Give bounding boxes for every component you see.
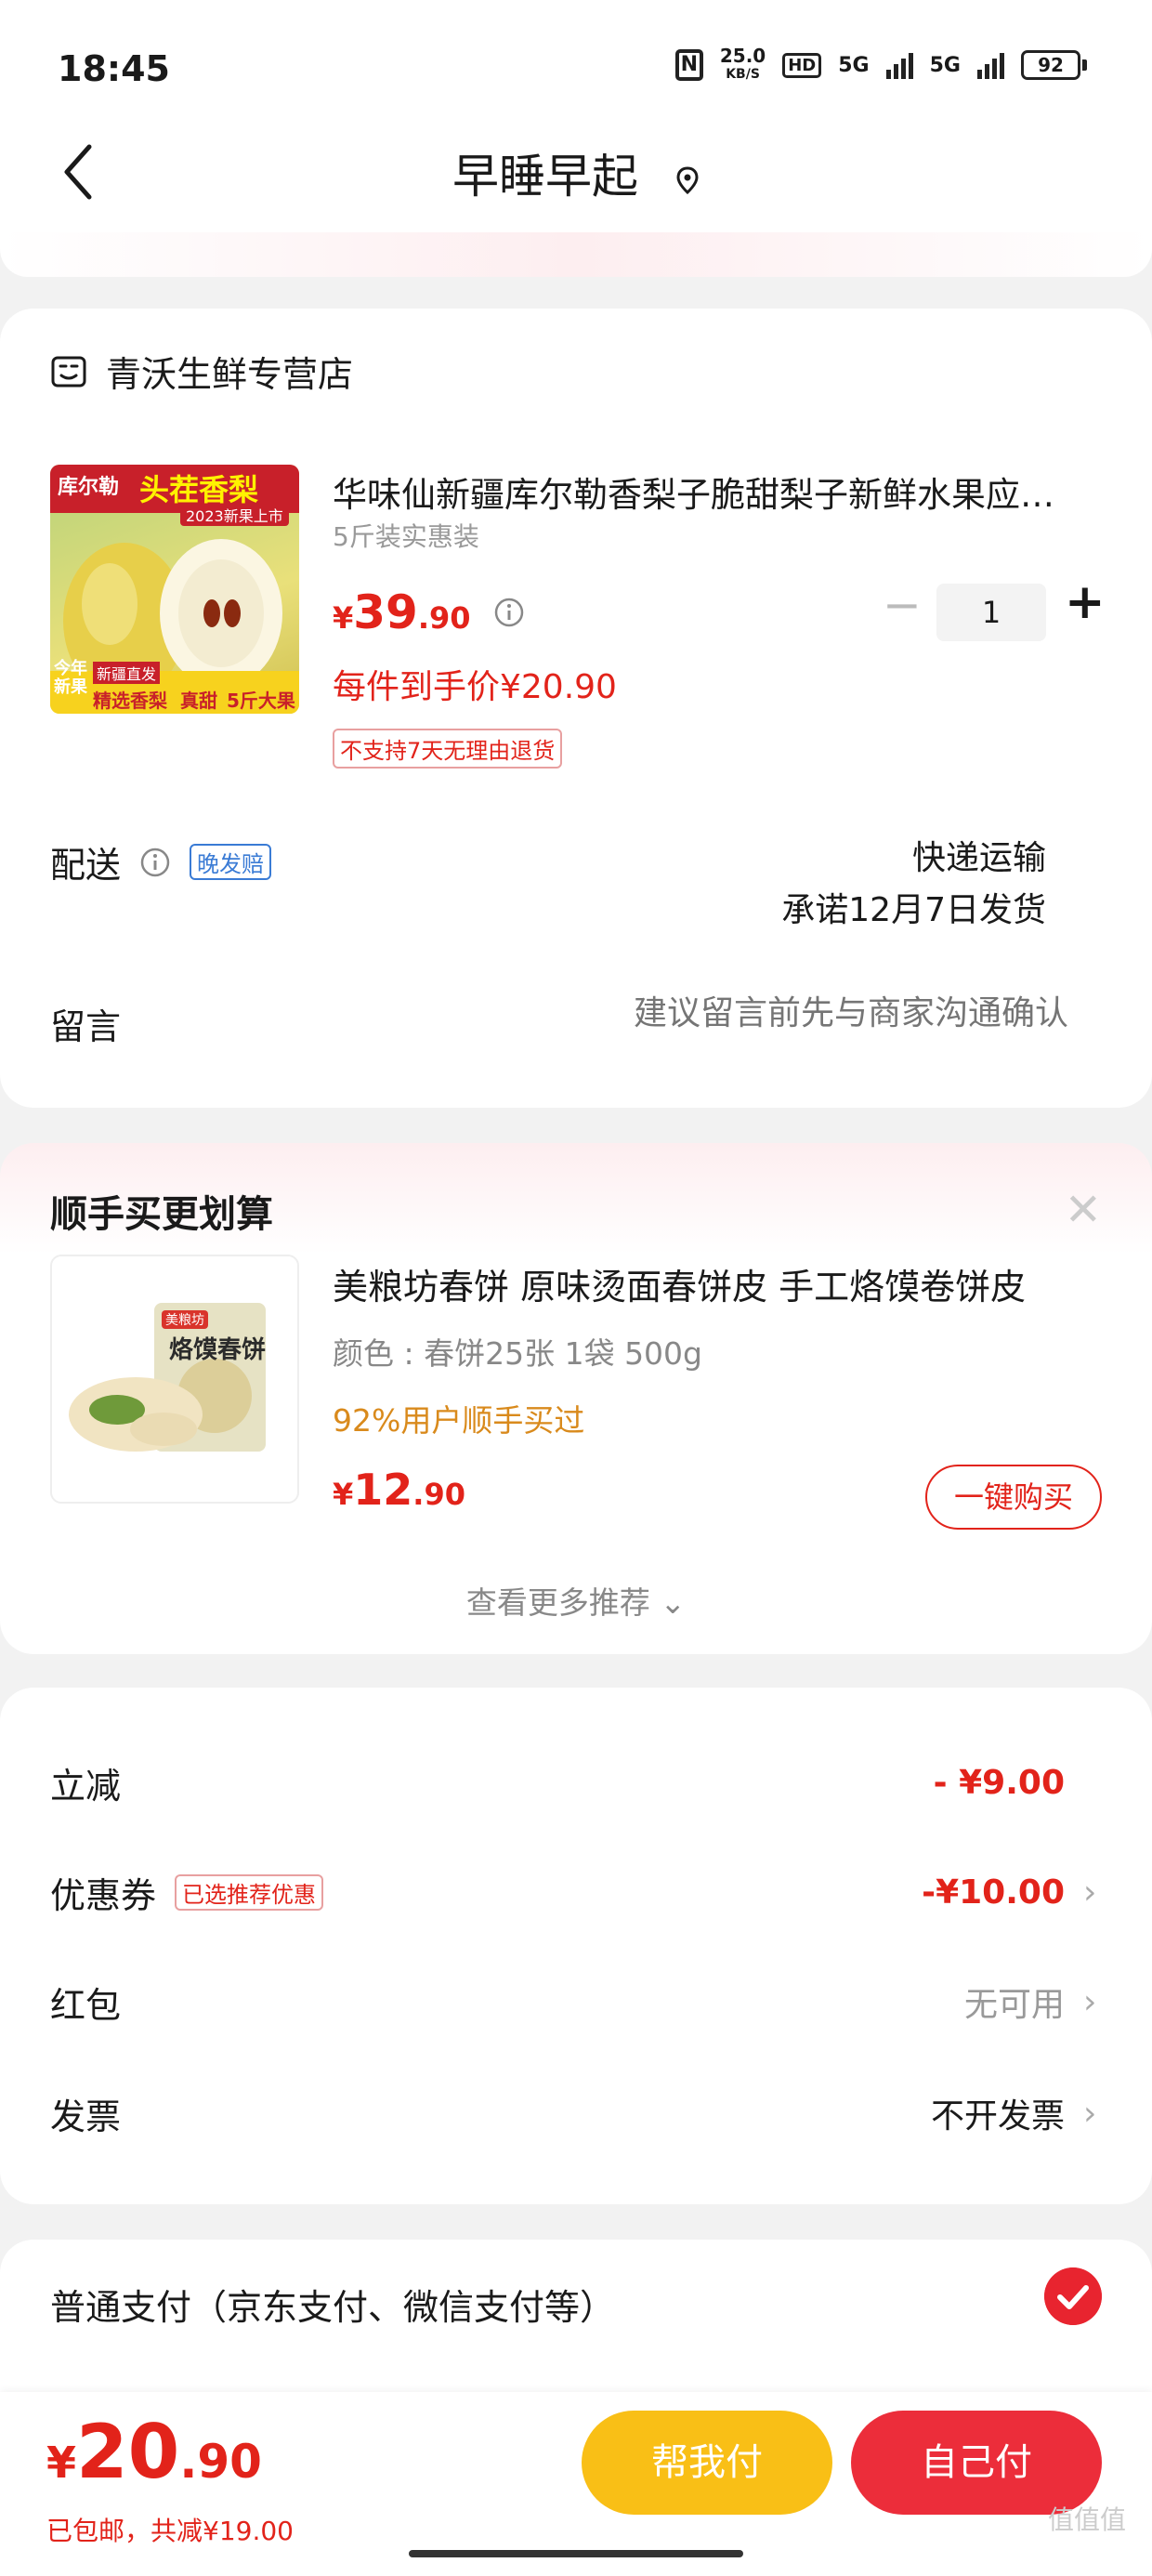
chevron-right-icon: › — [1083, 1982, 1097, 2021]
signal-label-2: 5G — [929, 53, 961, 77]
flatbread-illustration — [69, 1303, 266, 1452]
quantity-value[interactable]: 1 — [936, 584, 1046, 641]
battery-level: 92 — [1021, 50, 1080, 80]
fee-value: 不开发票 — [930, 2097, 1065, 2136]
fee-label: 发票 — [50, 2096, 122, 2137]
message-label: 留言 — [50, 1006, 122, 1047]
bottom-bar: ¥ 20 .90 已包邮，共减¥19.00 帮我付 自己付 值值值 — [0, 2392, 1152, 2576]
fee-row-discount: 立减 - ¥9.00 › — [50, 1745, 1102, 1820]
fee-value: 无可用 — [963, 1986, 1065, 2024]
nfc-icon: N — [674, 49, 703, 81]
coupon-badge: 已选推荐优惠 — [175, 1873, 324, 1911]
fee-row-red-packet[interactable]: 红包 无可用 › — [50, 1965, 1102, 2039]
img-select: 精选香梨 — [93, 690, 167, 712]
total-note: 已包邮，共减¥19.00 — [46, 2516, 294, 2546]
per-item-price: 每件到手价¥20.90 — [333, 668, 617, 706]
img-brand: 库尔勒 — [58, 476, 120, 499]
fee-label: 优惠券 — [50, 1874, 157, 1916]
fees-card: 立减 - ¥9.00 › 优惠券 已选推荐优惠 -¥10.00 › 红包 无可用… — [0, 1688, 1152, 2204]
fee-label: 红包 — [50, 1984, 122, 2026]
fee-row-coupon[interactable]: 优惠券 已选推荐优惠 -¥10.00 › — [50, 1855, 1102, 1929]
img-direct: 新疆直发 — [93, 662, 161, 684]
fee-value: -¥10.00 — [922, 1873, 1065, 1912]
recommend-item-name[interactable]: 美粮坊春饼 原味烫面春饼皮 手工烙馍卷饼皮 — [333, 1258, 1085, 1309]
status-icons: N 25.0 KB/S HD 5G 5G 92 — [674, 46, 1087, 84]
price-decimal: .90 — [412, 1477, 465, 1512]
product-image[interactable]: 库尔勒 头茬香梨 2023新果上市 今年新果 新疆直发 精选香梨 真甜 5斤大果 — [50, 465, 299, 714]
total-decimal: .90 — [179, 2435, 262, 2489]
signal-label-1: 5G — [838, 53, 870, 77]
signal-icon-2 — [977, 51, 1004, 79]
delivery-promise: 承诺12月7日发货 — [781, 891, 1046, 929]
recommend-image[interactable]: 美粮坊 烙馍春饼 — [50, 1255, 299, 1504]
price-integer: 39 — [353, 585, 418, 639]
more-recommendations-link[interactable]: 查看更多推荐 ⌄ — [0, 1578, 1152, 1623]
net-speed-unit: KB/S — [726, 67, 760, 82]
shop-card: 青沃生鲜专营店 库尔勒 头茬香梨 2023新果上市 今年新果 新疆直发 精选香梨… — [0, 309, 1152, 1108]
shop-icon — [51, 356, 86, 387]
nav-bar: 早睡早起 — [0, 112, 1152, 232]
product-price: ¥ 39 .90 — [333, 585, 525, 639]
recommend-bought-rate: 92%用户顺手买过 — [333, 1402, 585, 1439]
price-integer: 12 — [353, 1465, 413, 1515]
watermark: 值值值 — [1047, 2504, 1126, 2535]
page-title[interactable]: 早睡早起 — [0, 139, 1152, 206]
rec-img-text: 烙馍春饼 — [169, 1336, 267, 1364]
chevron-right-icon: › — [1083, 1873, 1097, 1912]
price-info-icon[interactable] — [493, 597, 525, 628]
battery-icon: 92 — [1021, 50, 1087, 80]
late-compensation-badge[interactable]: 晚发赔 — [190, 844, 272, 880]
currency-symbol: ¥ — [333, 1477, 354, 1512]
fee-value: - ¥9.00 — [933, 1763, 1065, 1802]
img-new: 今年新果 — [54, 659, 87, 697]
product-title[interactable]: 华味仙新疆库尔勒香梨子脆甜梨子新鲜水果应季整箱5斤装 — [333, 467, 1085, 517]
quantity-increase-button[interactable]: + — [1065, 574, 1106, 630]
recommend-price: ¥ 12 .90 — [333, 1465, 465, 1515]
status-time: 18:45 — [58, 48, 170, 89]
delivery-label: 配送 — [50, 845, 122, 886]
help-pay-button[interactable]: 帮我付 — [582, 2411, 832, 2515]
address-band — [0, 232, 1152, 277]
delivery-info[interactable]: 快递运输 承诺12月7日发货 — [781, 833, 1046, 937]
payment-method-label[interactable]: 普通支付（京东支付、微信支付等） — [50, 2279, 615, 2330]
delivery-method: 快递运输 — [911, 839, 1046, 877]
no-return-badge: 不支持7天无理由退货 — [333, 729, 563, 769]
home-indicator[interactable] — [409, 2550, 743, 2557]
img-year: 2023新果上市 — [180, 504, 289, 526]
net-speed: 25.0 KB/S — [720, 46, 766, 84]
recommend-item-spec[interactable]: 颜色 : 春饼25张 1袋 500g — [333, 1329, 702, 1373]
fee-label: 立减 — [50, 1765, 122, 1807]
recommend-card: 顺手买更划算 ✕ 美粮坊 烙馍春饼 美粮坊春饼 原味烫面春饼皮 手工烙馍卷饼皮 … — [0, 1143, 1152, 1654]
total-price: ¥ 20 .90 — [46, 2409, 262, 2495]
product-spec[interactable]: 5斤装实惠装 — [333, 517, 479, 554]
net-speed-value: 25.0 — [719, 45, 766, 67]
price-decimal: .90 — [417, 600, 471, 636]
page-title-text: 早睡早起 — [452, 150, 639, 204]
img-weight: 5斤大果 — [227, 690, 295, 712]
total-integer: 20 — [76, 2409, 180, 2495]
hd-icon: HD — [782, 52, 822, 78]
currency-symbol: ¥ — [333, 600, 354, 636]
close-icon[interactable]: ✕ — [1065, 1184, 1102, 1236]
quantity-decrease-button[interactable]: − — [883, 578, 922, 632]
currency-symbol: ¥ — [46, 2438, 77, 2488]
recommend-title: 顺手买更划算 — [50, 1193, 273, 1236]
img-sweet: 真甜 — [180, 690, 217, 712]
shop-name: 青沃生鲜专营店 — [106, 354, 354, 395]
rec-img-brand: 美粮坊 — [162, 1310, 208, 1329]
chevron-right-icon: › — [1083, 2094, 1097, 2133]
one-click-buy-button[interactable]: 一键购买 — [925, 1465, 1102, 1530]
message-input[interactable] — [492, 994, 1068, 1032]
check-icon[interactable] — [1044, 2267, 1102, 2325]
fee-row-invoice[interactable]: 发票 不开发票 › — [50, 2076, 1102, 2150]
delivery-info-icon[interactable] — [139, 847, 171, 878]
location-pin-icon — [676, 165, 699, 194]
delivery-row: 配送 晚发赔 — [50, 836, 272, 887]
signal-icon-1 — [885, 51, 913, 79]
shop-header[interactable]: 青沃生鲜专营店 — [50, 346, 353, 397]
